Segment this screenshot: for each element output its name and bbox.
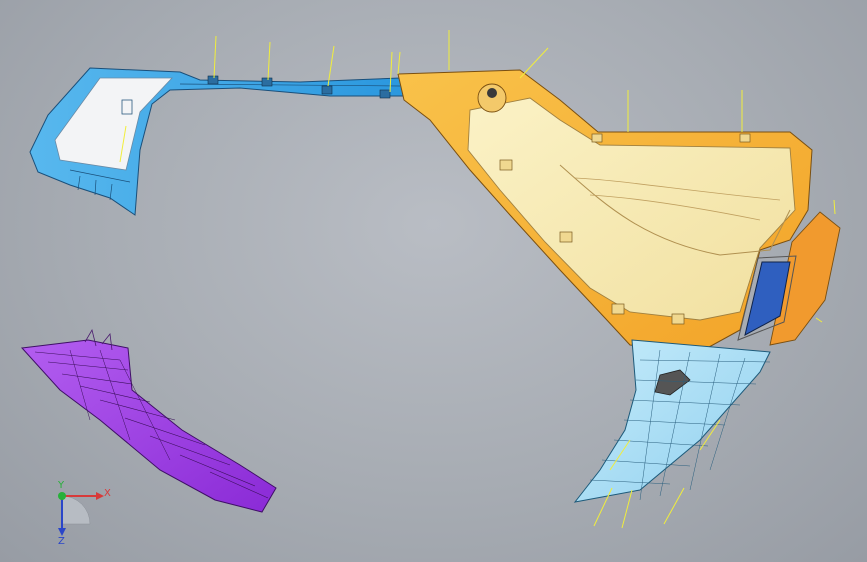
axis-triad	[58, 492, 104, 536]
axis-z-label: Z	[58, 536, 65, 547]
quarter-panel[interactable]	[397, 69, 841, 353]
axis-x-label: X	[104, 488, 111, 499]
axis-y-label: Y	[58, 480, 65, 491]
upper-trim-panel[interactable]	[29, 67, 409, 216]
model-canvas[interactable]	[0, 0, 867, 562]
lower-trim-panel[interactable]	[573, 339, 771, 503]
y-axis-dot	[58, 492, 66, 500]
cad-3d-viewport[interactable]: X Y Z	[0, 0, 867, 562]
